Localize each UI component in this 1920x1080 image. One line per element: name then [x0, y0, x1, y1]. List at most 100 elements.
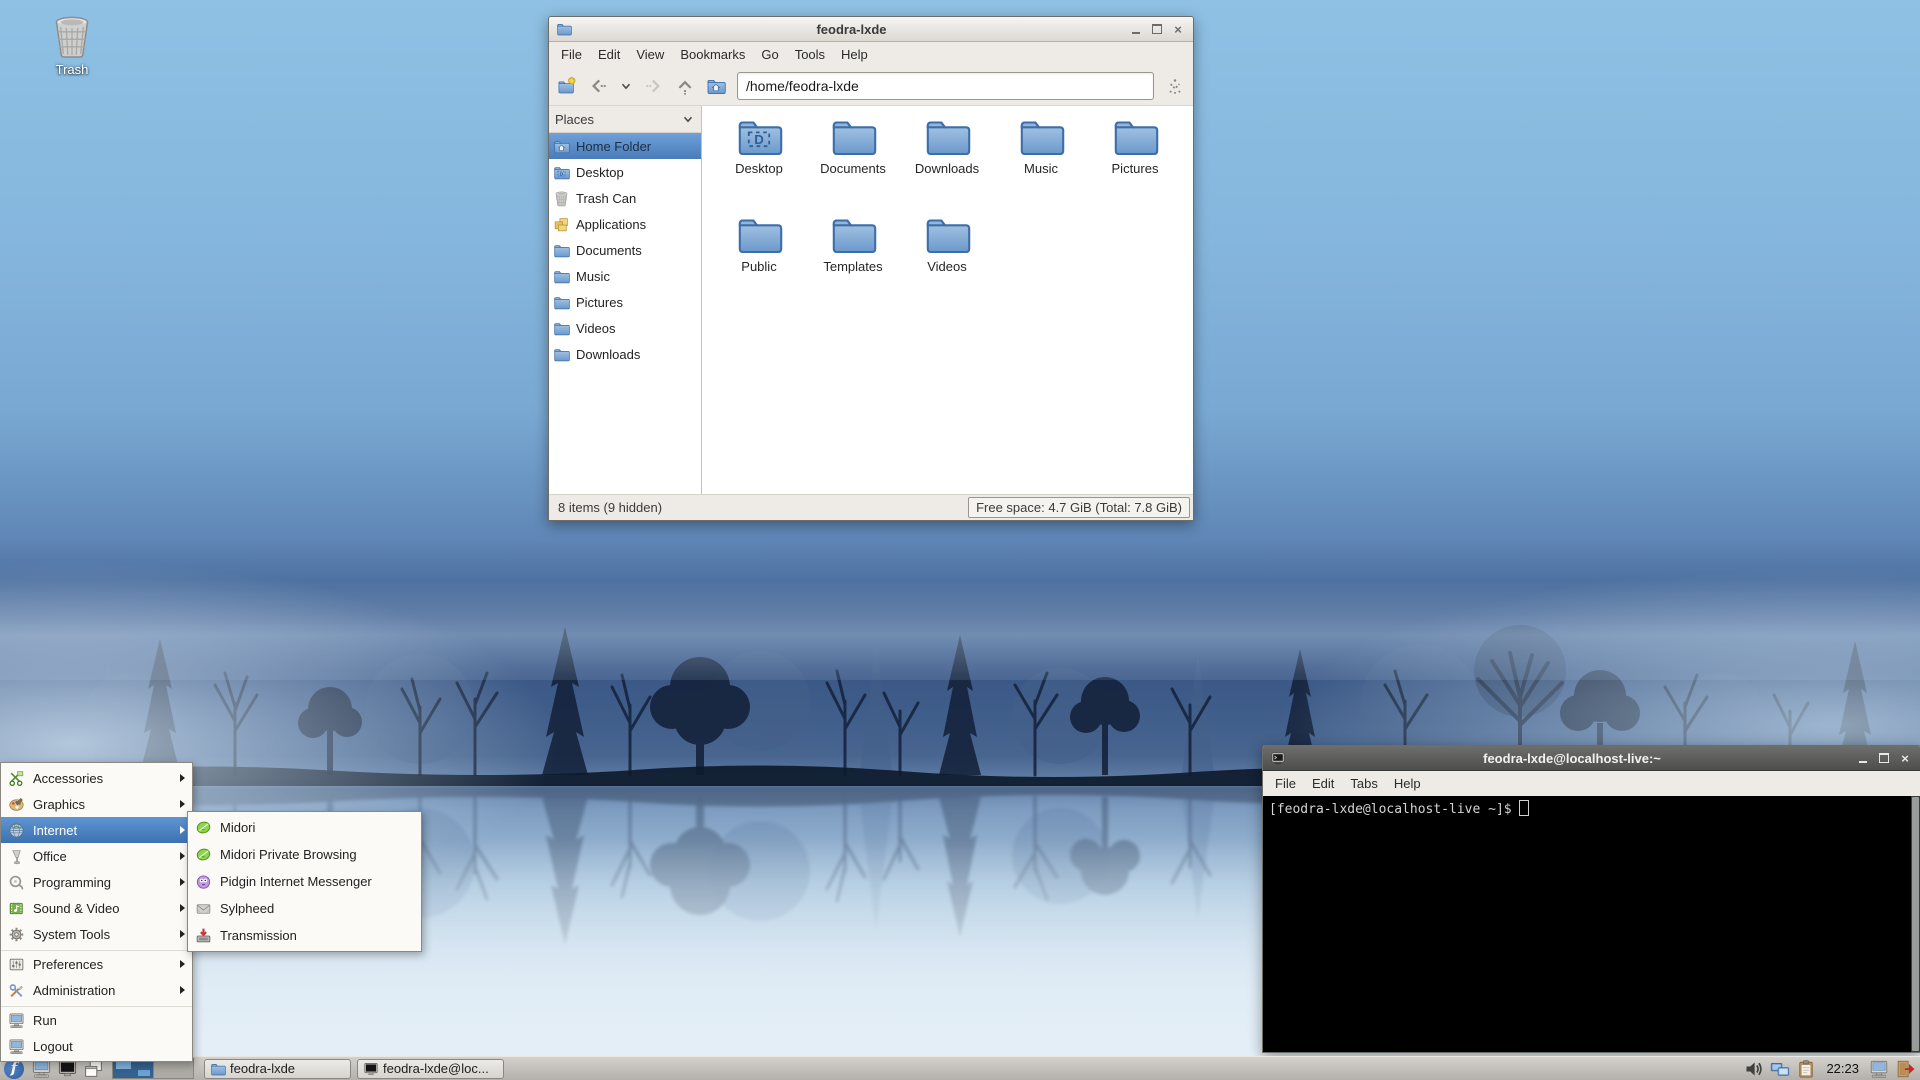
app-menu-item[interactable]: Logout	[1, 1033, 192, 1059]
network-icon[interactable]	[1770, 1059, 1790, 1079]
close-button[interactable]: ×	[1170, 22, 1186, 37]
places-item[interactable]: Home Folder	[549, 133, 701, 159]
applications-icon	[553, 216, 570, 233]
places-item[interactable]: Trash Can	[549, 185, 701, 211]
logout-icon[interactable]	[1895, 1059, 1915, 1079]
folder-item[interactable]: Downloads	[900, 112, 994, 210]
app-menu-item[interactable]: Office	[1, 843, 192, 869]
places-item[interactable]: Downloads	[549, 341, 701, 367]
desktop-trash-shortcut[interactable]: Trash	[34, 12, 110, 77]
places-item[interactable]: Music	[549, 263, 701, 289]
menubar-item[interactable]: Bookmarks	[672, 42, 753, 67]
folder-icon	[733, 210, 785, 258]
terminal-menubar-item[interactable]: File	[1267, 771, 1304, 796]
submenu-item[interactable]: Sylpheed	[188, 895, 421, 922]
volume-icon[interactable]	[1744, 1059, 1764, 1079]
app-menu-item[interactable]: Preferences	[1, 950, 192, 977]
midori-icon	[195, 819, 212, 836]
task-button[interactable]: feodra-lxde	[204, 1058, 351, 1079]
folder-item[interactable]: Templates	[806, 210, 900, 308]
path-input[interactable]	[737, 72, 1154, 100]
places-item[interactable]: Desktop	[549, 159, 701, 185]
screensaver-icon[interactable]	[1869, 1059, 1889, 1079]
folder-item[interactable]: Documents	[806, 112, 900, 210]
menubar-item[interactable]: File	[553, 42, 590, 67]
trash-label: Trash	[55, 62, 89, 77]
history-dropdown-icon[interactable]	[619, 79, 633, 93]
folder-icon	[210, 1061, 226, 1077]
submenu-item[interactable]: Pidgin Internet Messenger	[188, 868, 421, 895]
folder-desktop-icon	[733, 112, 785, 160]
task-button[interactable]: feodra-lxde@loc...	[357, 1058, 504, 1079]
new-tab-icon[interactable]	[557, 76, 577, 96]
terminal-close-button[interactable]: ×	[1897, 751, 1913, 766]
places-item[interactable]: Documents	[549, 237, 701, 263]
app-menu-item[interactable]: Graphics	[1, 791, 192, 817]
terminal-scrollbar[interactable]	[1911, 796, 1920, 1052]
submenu-item[interactable]: Midori	[188, 814, 421, 841]
app-menu-item[interactable]: Programming	[1, 869, 192, 895]
places-item[interactable]: Videos	[549, 315, 701, 341]
menubar-item[interactable]: View	[628, 42, 672, 67]
file-manager-window: feodra-lxde × File Edit View Bookmarks Go Too…	[548, 16, 1194, 521]
folder-view[interactable]: Desktop Documents Downloads Music Pictur…	[702, 106, 1193, 494]
terminal-title: feodra-lxde@localhost-live:~	[1483, 750, 1661, 766]
app-menu-item[interactable]: Internet	[1, 817, 192, 843]
submenu-item[interactable]: Midori Private Browsing	[188, 841, 421, 868]
home-icon[interactable]	[706, 76, 726, 96]
monitor-dark-icon	[363, 1061, 379, 1077]
folder-item[interactable]: Pictures	[1088, 112, 1182, 210]
terminal-maximize-button[interactable]	[1876, 751, 1892, 766]
pidgin-icon	[195, 873, 212, 890]
run-icon	[8, 1012, 25, 1029]
folder-item[interactable]: Music	[994, 112, 1088, 210]
clipboard-icon[interactable]	[1796, 1059, 1816, 1079]
menubar-item[interactable]: Edit	[590, 42, 628, 67]
item-count: 8 items (9 hidden)	[558, 500, 663, 515]
terminal-menubar: File Edit Tabs Help	[1263, 771, 1920, 796]
up-icon[interactable]	[675, 76, 695, 96]
app-menu-item[interactable]: Run	[1, 1006, 192, 1033]
app-menu-item[interactable]: System Tools	[1, 921, 192, 947]
terminal-minimize-button[interactable]	[1855, 751, 1871, 766]
places-collapse-icon[interactable]	[681, 112, 695, 126]
menubar-item[interactable]: Help	[833, 42, 876, 67]
file-manager-toolbar	[549, 67, 1193, 106]
folder-icon	[553, 268, 570, 285]
transmission-icon	[195, 927, 212, 944]
window-title: feodra-lxde	[816, 21, 887, 37]
submenu-item[interactable]: Transmission	[188, 922, 421, 949]
places-header-label: Places	[555, 111, 595, 127]
forward-icon	[644, 76, 664, 96]
trash-icon	[48, 12, 96, 60]
places-item[interactable]: Pictures	[549, 289, 701, 315]
menubar-item[interactable]: Tools	[787, 42, 833, 67]
back-icon[interactable]	[588, 76, 608, 96]
places-header[interactable]: Places	[549, 106, 701, 133]
sound-video-icon	[8, 900, 25, 917]
programming-icon	[8, 874, 25, 891]
terminal-body[interactable]: [feodra-lxde@localhost-live ~]$	[1263, 796, 1920, 1052]
app-menu-item[interactable]: Accessories	[1, 765, 192, 791]
places-item[interactable]: Applications	[549, 211, 701, 237]
terminal-prompt: [feodra-lxde@localhost-live ~]$	[1269, 802, 1512, 817]
app-menu-item[interactable]: Sound & Video	[1, 895, 192, 921]
clock[interactable]: 22:23	[1826, 1061, 1859, 1076]
folder-icon	[827, 112, 879, 160]
menubar-item[interactable]: Go	[753, 42, 786, 67]
terminal-menubar-item[interactable]: Edit	[1304, 771, 1342, 796]
terminal-menubar-item[interactable]: Help	[1386, 771, 1429, 796]
folder-item[interactable]: Public	[712, 210, 806, 308]
folder-item[interactable]: Desktop	[712, 112, 806, 210]
terminal-titlebar[interactable]: feodra-lxde@localhost-live:~ ×	[1263, 746, 1920, 771]
file-manager-titlebar[interactable]: feodra-lxde ×	[549, 17, 1193, 42]
folder-icon	[1015, 112, 1067, 160]
terminal-window-icon	[1270, 750, 1286, 766]
maximize-button[interactable]	[1149, 22, 1165, 37]
minimize-button[interactable]	[1128, 22, 1144, 37]
terminal-menubar-item[interactable]: Tabs	[1342, 771, 1385, 796]
folder-item[interactable]: Videos	[900, 210, 994, 308]
app-menu-item[interactable]: Administration	[1, 977, 192, 1003]
places-pane: Places Home Folder Desktop Trash Can App…	[549, 106, 702, 494]
jump-to-icon[interactable]	[1165, 76, 1185, 96]
